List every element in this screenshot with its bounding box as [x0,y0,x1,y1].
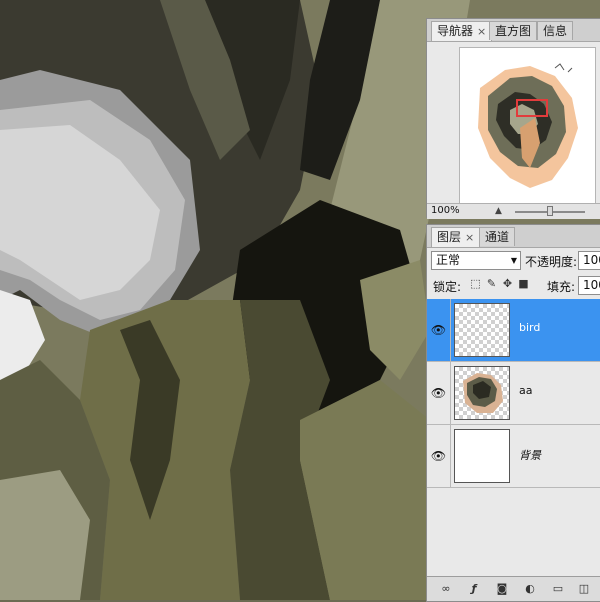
tab-layers-label: 图层 [437,230,462,244]
lock-move-icon[interactable]: ✥ [501,277,514,290]
layer-thumbnail [454,303,510,357]
tab-histogram-label: 直方图 [495,24,532,38]
layers-panel: 图层× 通道 正常 ▼ 不透明度: 100 锁定: ⬚ ✎ ✥ ■ 填充: 10… [426,224,600,602]
layer-row-background[interactable]: 👁 背景 [427,425,600,488]
zoom-slider-thumb[interactable] [547,206,553,216]
eye-icon[interactable]: 👁 [427,425,451,487]
lock-row: 锁定: ⬚ ✎ ✥ ■ 填充: 100 [427,274,600,298]
zoom-out-icon[interactable]: ▲ [495,206,502,216]
close-icon[interactable]: × [465,231,474,244]
lock-transparency-icon[interactable]: ⬚ [469,277,482,290]
close-icon[interactable]: × [477,25,486,38]
layer-name: bird [519,321,541,334]
link-icon[interactable]: ∞ [437,582,455,596]
tab-info[interactable]: 信息 [537,21,574,40]
opacity-label: 不透明度: [525,255,578,269]
tab-navigator-label: 导航器 [437,24,474,38]
tab-channels-label: 通道 [485,230,510,244]
layer-row-bird[interactable]: 👁 bird [427,299,600,362]
layer-name: 背景 [519,449,541,462]
eye-icon[interactable]: 👁 [427,299,451,361]
fill-value: 100 [583,278,600,292]
zoom-level[interactable]: 100% [431,205,460,216]
lock-all-icon[interactable]: ■ [517,277,530,290]
tab-navigator[interactable]: 导航器 × [431,21,493,41]
fill-label: 填充: [547,280,576,294]
opacity-value: 100 [583,253,600,267]
layer-row-aa[interactable]: 👁 aa [427,362,600,425]
lock-label: 锁定: [433,280,462,294]
tab-histogram[interactable]: 直方图 [489,21,538,40]
new-layer-icon[interactable]: ◫ [575,582,593,596]
adjustment-icon[interactable]: ◐ [521,582,539,596]
navigator-tabbar: 导航器 × 直方图 信息 [427,19,600,42]
eye-icon[interactable]: 👁 [427,362,451,424]
tab-channels[interactable]: 通道 [479,227,516,246]
blend-row: 正常 ▼ 不透明度: 100 [427,249,600,273]
navigator-preview[interactable] [459,47,596,214]
tab-info-label: 信息 [543,24,568,38]
blend-mode-select[interactable]: 正常 ▼ [431,251,521,270]
layers-toolbar: ∞ ƒ ◙ ◐ ▭ ◫ [427,576,600,601]
mask-icon[interactable]: ◙ [493,582,511,596]
fill-input[interactable]: 100 [578,276,600,295]
group-icon[interactable]: ▭ [549,582,567,596]
layer-thumbnail [454,429,510,483]
layer-thumbnail [454,366,510,420]
navigator-zoombar: 100% ▲ [427,203,600,219]
tab-layers[interactable]: 图层 × [431,227,481,247]
layers-tabbar: 图层 × 通道 [427,225,600,248]
fx-icon[interactable]: ƒ [465,582,483,596]
chevron-down-icon: ▼ [510,256,517,265]
navigator-panel: 导航器 × 直方图 信息 100% ▲ [426,18,600,219]
opacity-input[interactable]: 100 [578,251,600,270]
layer-name: aa [519,384,533,397]
lock-paint-icon[interactable]: ✎ [485,277,498,290]
blend-mode-value: 正常 [436,253,461,267]
